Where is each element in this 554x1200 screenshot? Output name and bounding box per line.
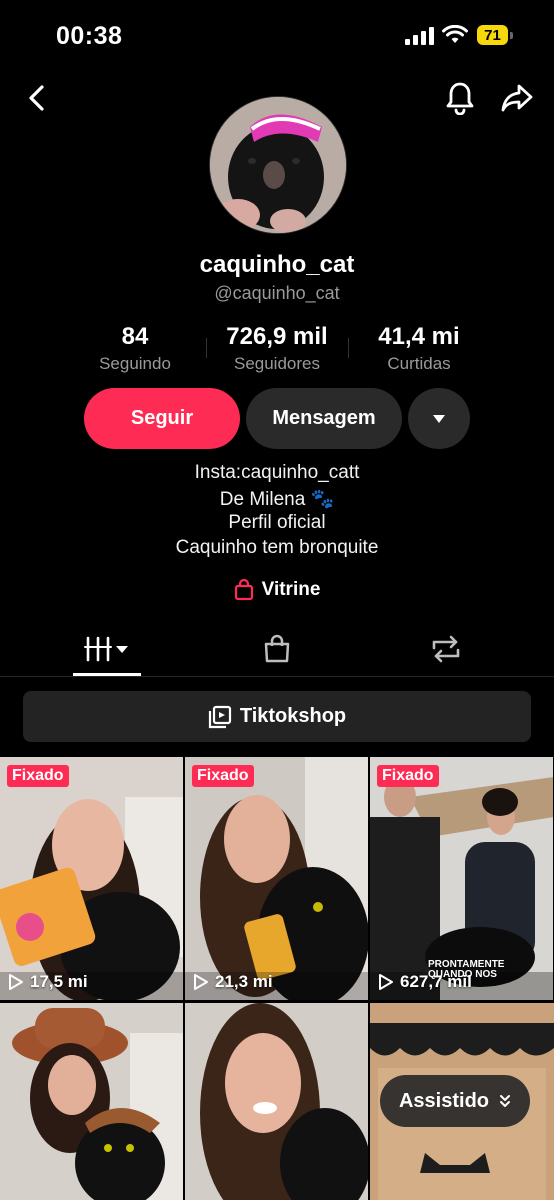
status-time: 00:38 xyxy=(56,22,123,50)
thumbnail-image xyxy=(185,1003,368,1200)
stat-followers-value: 726,9 mil xyxy=(226,323,328,350)
avatar[interactable] xyxy=(209,96,347,234)
tiktokshop-label: Tiktokshop xyxy=(239,705,347,727)
active-tab-indicator xyxy=(73,673,141,676)
stat-followers-label: Seguidores xyxy=(233,354,320,373)
bio-line: Caquinho tem bronquite xyxy=(175,537,379,558)
view-count-value: 17,5 mi xyxy=(30,972,88,991)
signal-icon xyxy=(405,27,434,45)
view-count: 17,5 mi xyxy=(8,972,88,992)
bell-icon xyxy=(446,82,474,115)
thumbnail-image xyxy=(0,757,183,1000)
battery-tip xyxy=(510,32,513,39)
message-button[interactable]: Mensagem xyxy=(246,388,402,449)
profile-username: caquinho_cat xyxy=(199,251,355,278)
repost-icon xyxy=(432,635,460,663)
stat-following-value: 84 xyxy=(121,323,149,350)
follow-button[interactable]: Seguir xyxy=(84,388,240,449)
stat-likes[interactable]: 41,4 mi Curtidas xyxy=(349,323,489,374)
content-tabs xyxy=(0,622,554,677)
view-count: 627,7 mil xyxy=(378,972,472,992)
battery-icon: 71 xyxy=(477,25,508,45)
chevron-left-icon xyxy=(29,85,44,111)
bio-line: Insta:caquinho_catt xyxy=(194,462,360,483)
watched-filter-label: Assistido xyxy=(398,1089,490,1112)
chevron-updown-icon xyxy=(500,1095,511,1107)
grid-filter-icon xyxy=(84,636,128,662)
thumbnail-image xyxy=(185,757,368,1000)
caret-down-icon xyxy=(433,414,445,423)
video-thumbnail[interactable]: Fixado 17,5 mi xyxy=(0,757,183,1000)
stat-following-label: Seguindo xyxy=(99,354,171,373)
pinned-badge: Fixado xyxy=(7,765,69,787)
notifications-button[interactable] xyxy=(440,78,480,118)
stat-followers[interactable]: 726,9 mil Seguidores xyxy=(207,323,347,374)
video-thumbnail[interactable] xyxy=(0,1003,183,1200)
view-count: 21,3 mi xyxy=(193,972,273,992)
tiktokshop-button[interactable]: Tiktokshop xyxy=(23,691,531,742)
video-thumbnail[interactable]: Fixado 21,3 mi xyxy=(185,757,368,1000)
share-button[interactable] xyxy=(497,78,537,118)
back-button[interactable] xyxy=(17,78,57,118)
pinned-badge: Fixado xyxy=(377,765,439,787)
stat-following[interactable]: 84 Seguindo xyxy=(65,323,205,374)
more-options-button[interactable] xyxy=(408,388,470,449)
view-count-value: 627,7 mil xyxy=(400,972,472,991)
share-icon xyxy=(501,84,533,112)
play-icon xyxy=(9,974,23,990)
tab-shop[interactable] xyxy=(243,622,311,676)
play-icon xyxy=(194,974,208,990)
thumbnail-image xyxy=(0,1003,183,1200)
shopping-bag-icon xyxy=(234,579,253,601)
product-icon xyxy=(208,705,231,728)
status-bar: 00:38 71 xyxy=(0,0,554,72)
stat-likes-value: 41,4 mi xyxy=(378,323,460,350)
view-count-value: 21,3 mi xyxy=(215,972,273,991)
tab-reposts[interactable] xyxy=(412,622,480,676)
watched-filter-button[interactable]: Assistido xyxy=(380,1075,530,1127)
video-thumbnail[interactable] xyxy=(185,1003,368,1200)
stat-likes-label: Curtidas xyxy=(387,354,451,373)
video-thumbnail[interactable]: Fixado PRONTAMENTE QUANDO NOS 627,7 mil xyxy=(370,757,553,1000)
pinned-badge: Fixado xyxy=(192,765,254,787)
bio-line: Perfil oficial xyxy=(228,512,326,533)
wifi-icon xyxy=(442,25,468,43)
bio-line: De Milena 🐾 xyxy=(219,489,335,510)
vitrine-label: Vitrine xyxy=(261,579,321,600)
tab-videos[interactable] xyxy=(73,622,141,676)
vitrine-link[interactable]: Vitrine xyxy=(0,579,554,601)
avatar-cat-image xyxy=(210,97,346,233)
shopping-bag-icon xyxy=(264,634,290,663)
profile-handle: @caquinho_cat xyxy=(214,283,340,303)
play-icon xyxy=(379,974,393,990)
